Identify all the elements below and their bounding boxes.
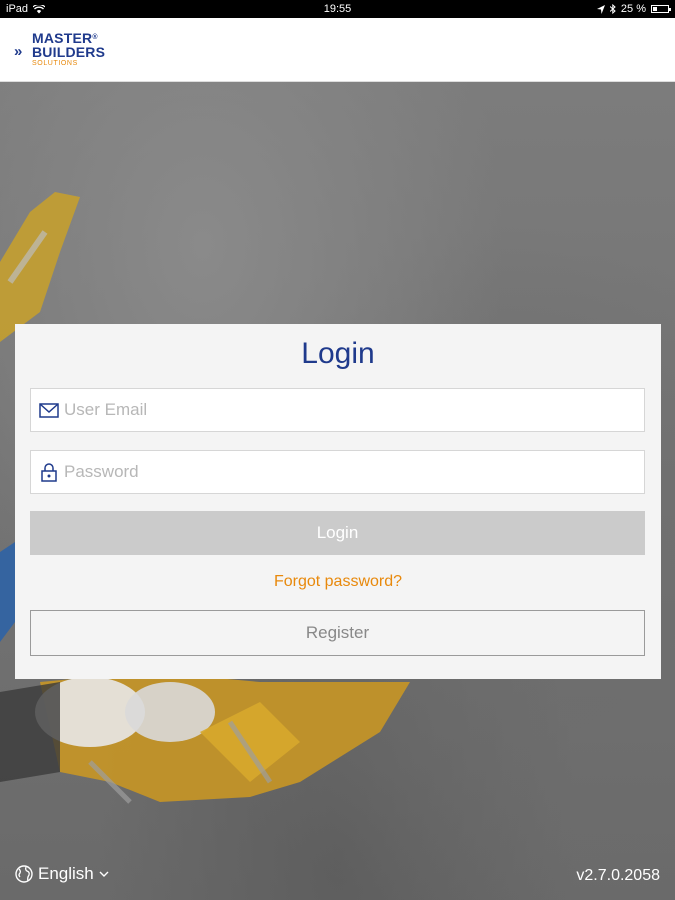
logo-line2: BUILDERS xyxy=(32,44,106,60)
mail-icon xyxy=(39,403,59,418)
email-input[interactable] xyxy=(64,389,634,431)
email-field[interactable] xyxy=(30,388,645,432)
password-input[interactable] xyxy=(64,451,634,493)
login-card: Login Login Forgot password? Register xyxy=(15,324,661,679)
status-bar: iPad 19:55 25 % xyxy=(0,0,675,18)
globe-icon xyxy=(15,865,33,883)
clock: 19:55 xyxy=(323,3,352,15)
logo-chevrons-icon: » xyxy=(14,43,23,60)
logo-line3: SOLUTIONS xyxy=(32,60,78,67)
forgot-password-link[interactable]: Forgot password? xyxy=(15,573,661,591)
login-button[interactable]: Login xyxy=(30,511,645,555)
bluetooth-icon xyxy=(609,4,616,14)
app-version: v2.7.0.2058 xyxy=(576,867,660,884)
login-title: Login xyxy=(301,337,375,370)
language-selector[interactable]: English xyxy=(15,864,109,884)
lock-icon xyxy=(41,463,57,482)
location-icon xyxy=(596,4,605,14)
password-field[interactable] xyxy=(30,450,645,494)
battery-icon xyxy=(651,5,671,13)
app-header: MASTER® » BUILDERS SOLUTIONS xyxy=(0,18,675,82)
chevron-down-icon xyxy=(99,871,109,877)
master-builders-logo: MASTER® » BUILDERS SOLUTIONS xyxy=(14,29,124,73)
battery-percent: 25 % xyxy=(620,3,646,15)
language-label: English xyxy=(38,864,94,883)
registered-mark: ® xyxy=(92,34,98,41)
register-button[interactable]: Register xyxy=(30,610,645,656)
